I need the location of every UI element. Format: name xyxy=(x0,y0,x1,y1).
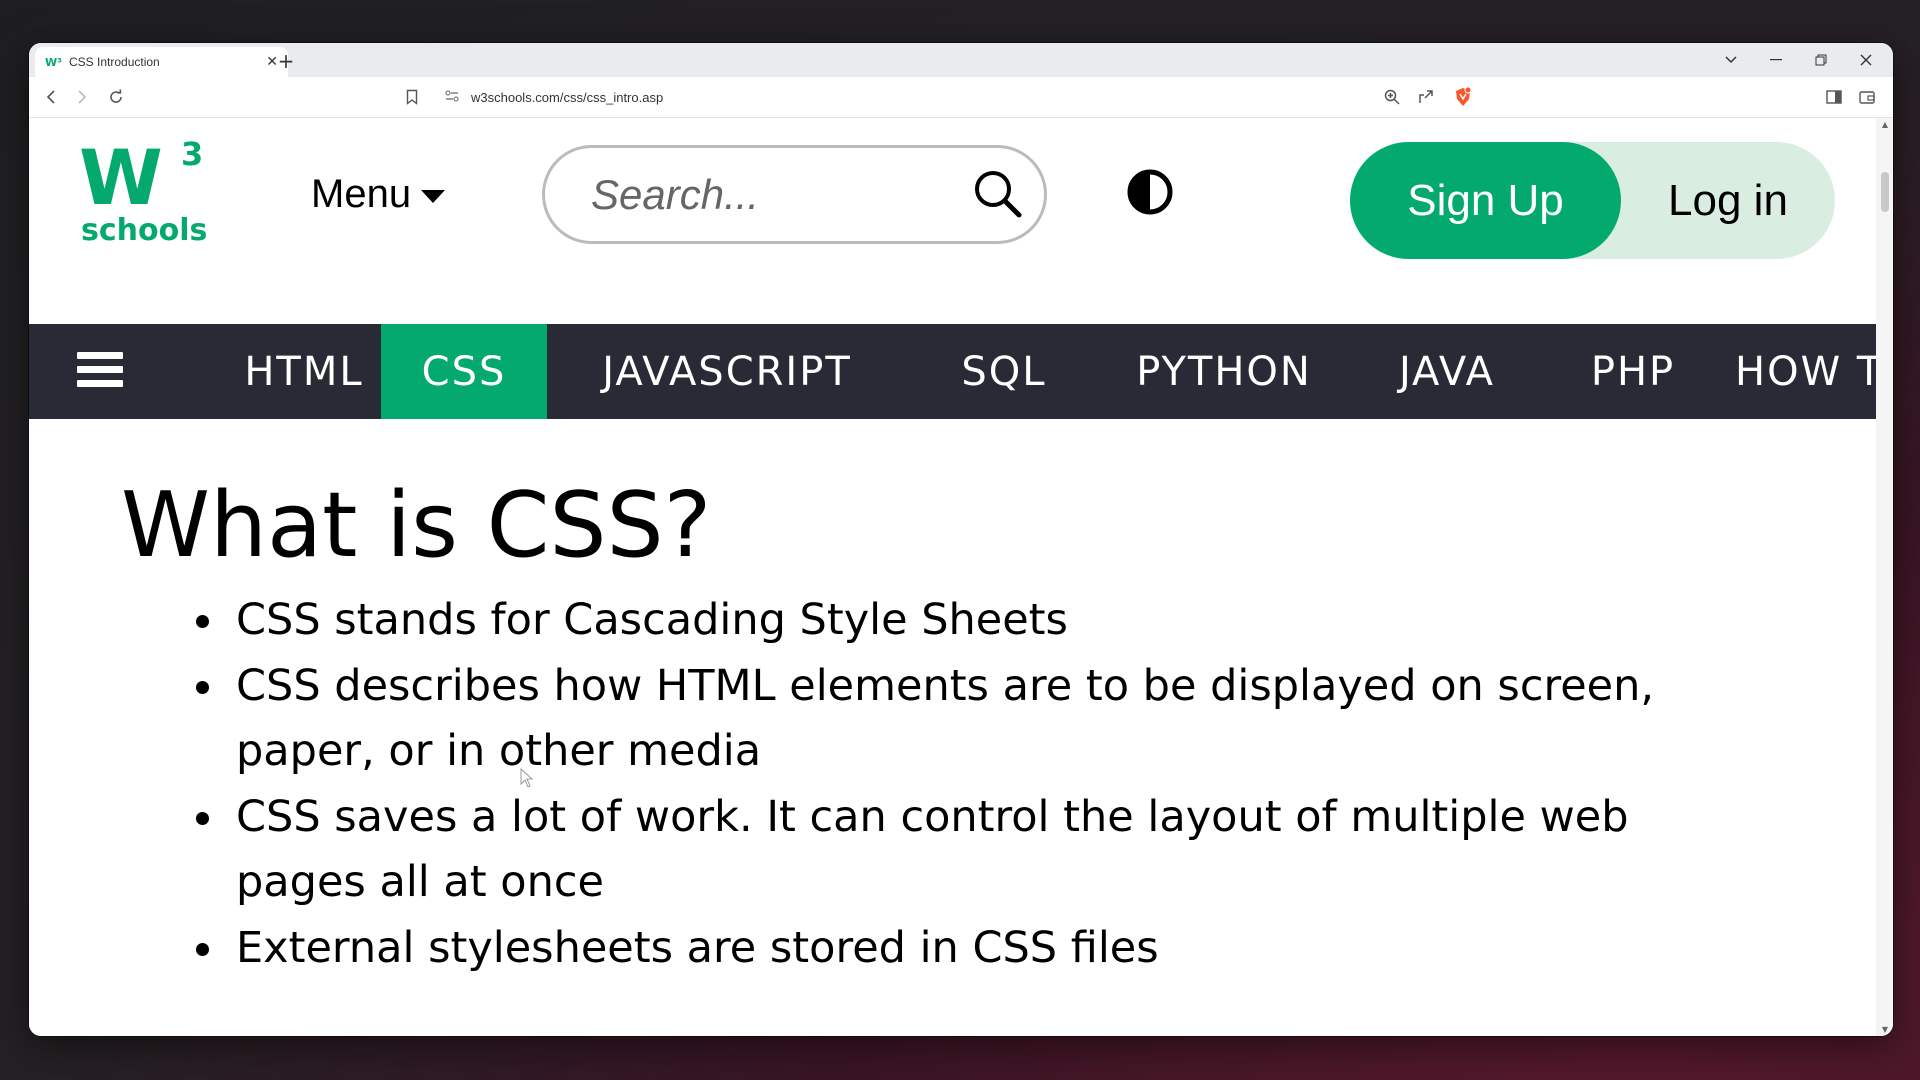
nav-item-python[interactable]: PYTHON xyxy=(1114,324,1334,419)
logo-mark: W xyxy=(79,133,163,222)
restore-icon[interactable] xyxy=(1806,49,1836,71)
page-title: What is CSS? xyxy=(121,473,712,578)
wallet-icon[interactable] xyxy=(1855,85,1879,109)
css-intro-list: CSS stands for Cascading Style Sheets CS… xyxy=(196,588,1746,982)
sidebar-icon[interactable] xyxy=(1822,85,1846,109)
nav-item-sql[interactable]: SQL xyxy=(929,324,1079,419)
browser-menu-icon[interactable] xyxy=(1887,85,1893,109)
brave-shield-icon[interactable] xyxy=(1451,85,1475,109)
logo-superscript: 3 xyxy=(181,135,204,173)
dark-mode-toggle-icon[interactable] xyxy=(1127,169,1173,215)
scroll-down-icon[interactable]: ▼ xyxy=(1879,1025,1891,1034)
nav-item-php[interactable]: PHP xyxy=(1565,324,1701,419)
forward-icon[interactable] xyxy=(70,85,94,109)
list-item: CSS stands for Cascading Style Sheets xyxy=(196,588,1746,653)
new-tab-button[interactable]: + xyxy=(273,49,299,73)
web-page: W 3 schools Menu Search... Sign Up Log i… xyxy=(29,118,1876,1036)
nav-item-html[interactable]: HTML xyxy=(209,324,399,419)
w3schools-favicon-icon: W³ xyxy=(45,55,62,69)
scroll-up-icon[interactable]: ▲ xyxy=(1879,120,1891,129)
zoom-icon[interactable] xyxy=(1380,85,1404,109)
caret-down-icon xyxy=(421,190,446,203)
list-item: CSS describes how HTML elements are to b… xyxy=(196,654,1746,784)
close-window-icon[interactable] xyxy=(1851,49,1881,71)
reload-icon[interactable] xyxy=(104,85,128,109)
log-in-button[interactable]: Log in xyxy=(1621,142,1835,259)
site-info-icon[interactable] xyxy=(445,90,465,105)
list-item: CSS saves a lot of work. It can control … xyxy=(196,785,1746,915)
search-input[interactable]: Search... xyxy=(591,171,972,219)
minimize-icon[interactable] xyxy=(1761,49,1791,71)
address-bar[interactable]: w3schools.com/css/css_intro.asp xyxy=(435,83,1511,111)
share-icon[interactable] xyxy=(1414,85,1438,109)
bookmark-icon[interactable] xyxy=(400,85,424,109)
search-icon[interactable] xyxy=(972,168,1022,222)
nav-item-how-to[interactable]: HOW T xyxy=(1735,324,1876,419)
top-navigation: HTML CSS JAVASCRIPT SQL PYTHON JAVA PHP … xyxy=(29,324,1876,419)
menu-button[interactable]: Menu xyxy=(311,172,446,217)
hamburger-menu-icon[interactable] xyxy=(77,352,123,392)
tab-search-chevron-icon[interactable] xyxy=(1716,49,1746,71)
sign-up-button[interactable]: Sign Up xyxy=(1350,142,1621,259)
page-scrollbar[interactable]: ▲ ▼ xyxy=(1876,118,1893,1036)
url-text: w3schools.com/css/css_intro.asp xyxy=(471,89,664,105)
logo-text: schools xyxy=(81,213,208,248)
scrollbar-thumb[interactable] xyxy=(1881,172,1889,212)
browser-toolbar: w3schools.com/css/css_intro.asp xyxy=(29,77,1893,118)
mouse-cursor-icon xyxy=(520,767,534,792)
back-icon[interactable] xyxy=(39,85,63,109)
browser-window: W³ CSS Introduction ✕ + w3schools.com/cs… xyxy=(29,43,1893,1036)
tab-title: CSS Introduction xyxy=(69,55,160,69)
menu-label: Menu xyxy=(311,172,412,216)
auth-buttons: Sign Up Log in xyxy=(1350,142,1835,259)
nav-item-java[interactable]: JAVA xyxy=(1368,324,1526,419)
w3schools-logo[interactable]: W 3 schools xyxy=(79,133,207,248)
browser-tab[interactable]: W³ CSS Introduction ✕ xyxy=(35,47,288,77)
nav-item-javascript[interactable]: JAVASCRIPT xyxy=(574,324,880,419)
nav-item-css[interactable]: CSS xyxy=(381,324,547,419)
list-item: External stylesheets are stored in CSS f… xyxy=(196,916,1746,981)
tab-strip: W³ CSS Introduction ✕ + xyxy=(29,43,1893,77)
search-box[interactable]: Search... xyxy=(542,145,1047,244)
